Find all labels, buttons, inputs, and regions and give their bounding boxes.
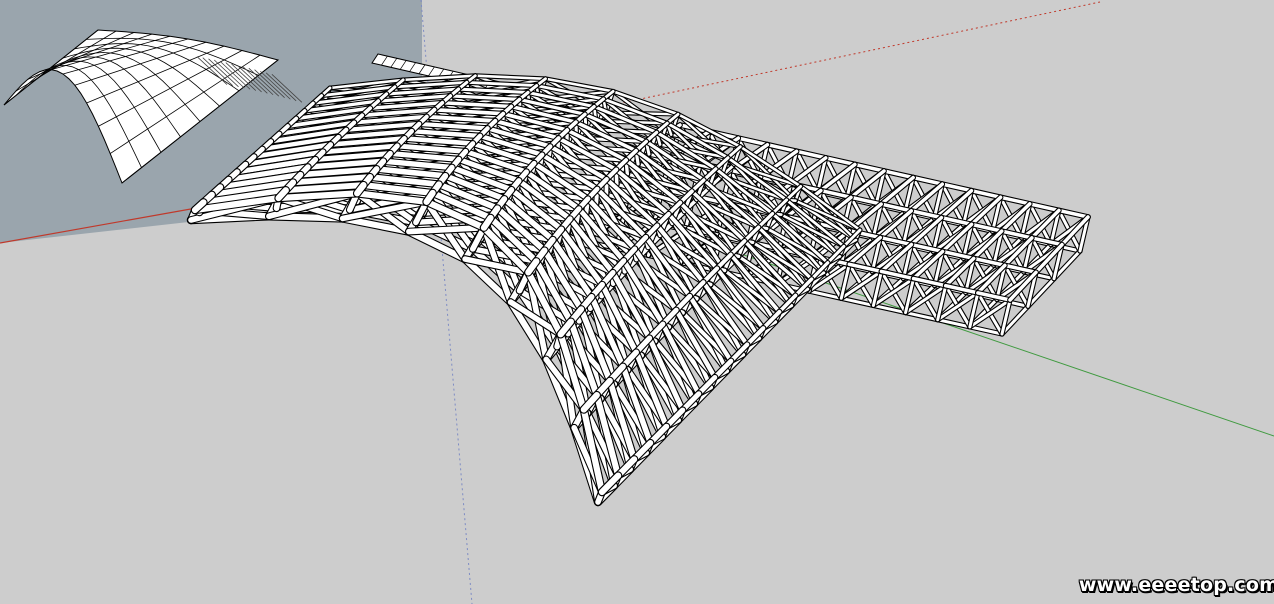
model-scene[interactable]	[0, 0, 1274, 604]
truss-member	[406, 224, 487, 235]
watermark-text: www.eeeetop.com	[1078, 574, 1274, 596]
sketchup-viewport[interactable]: www.eeeetop.com	[0, 0, 1274, 604]
